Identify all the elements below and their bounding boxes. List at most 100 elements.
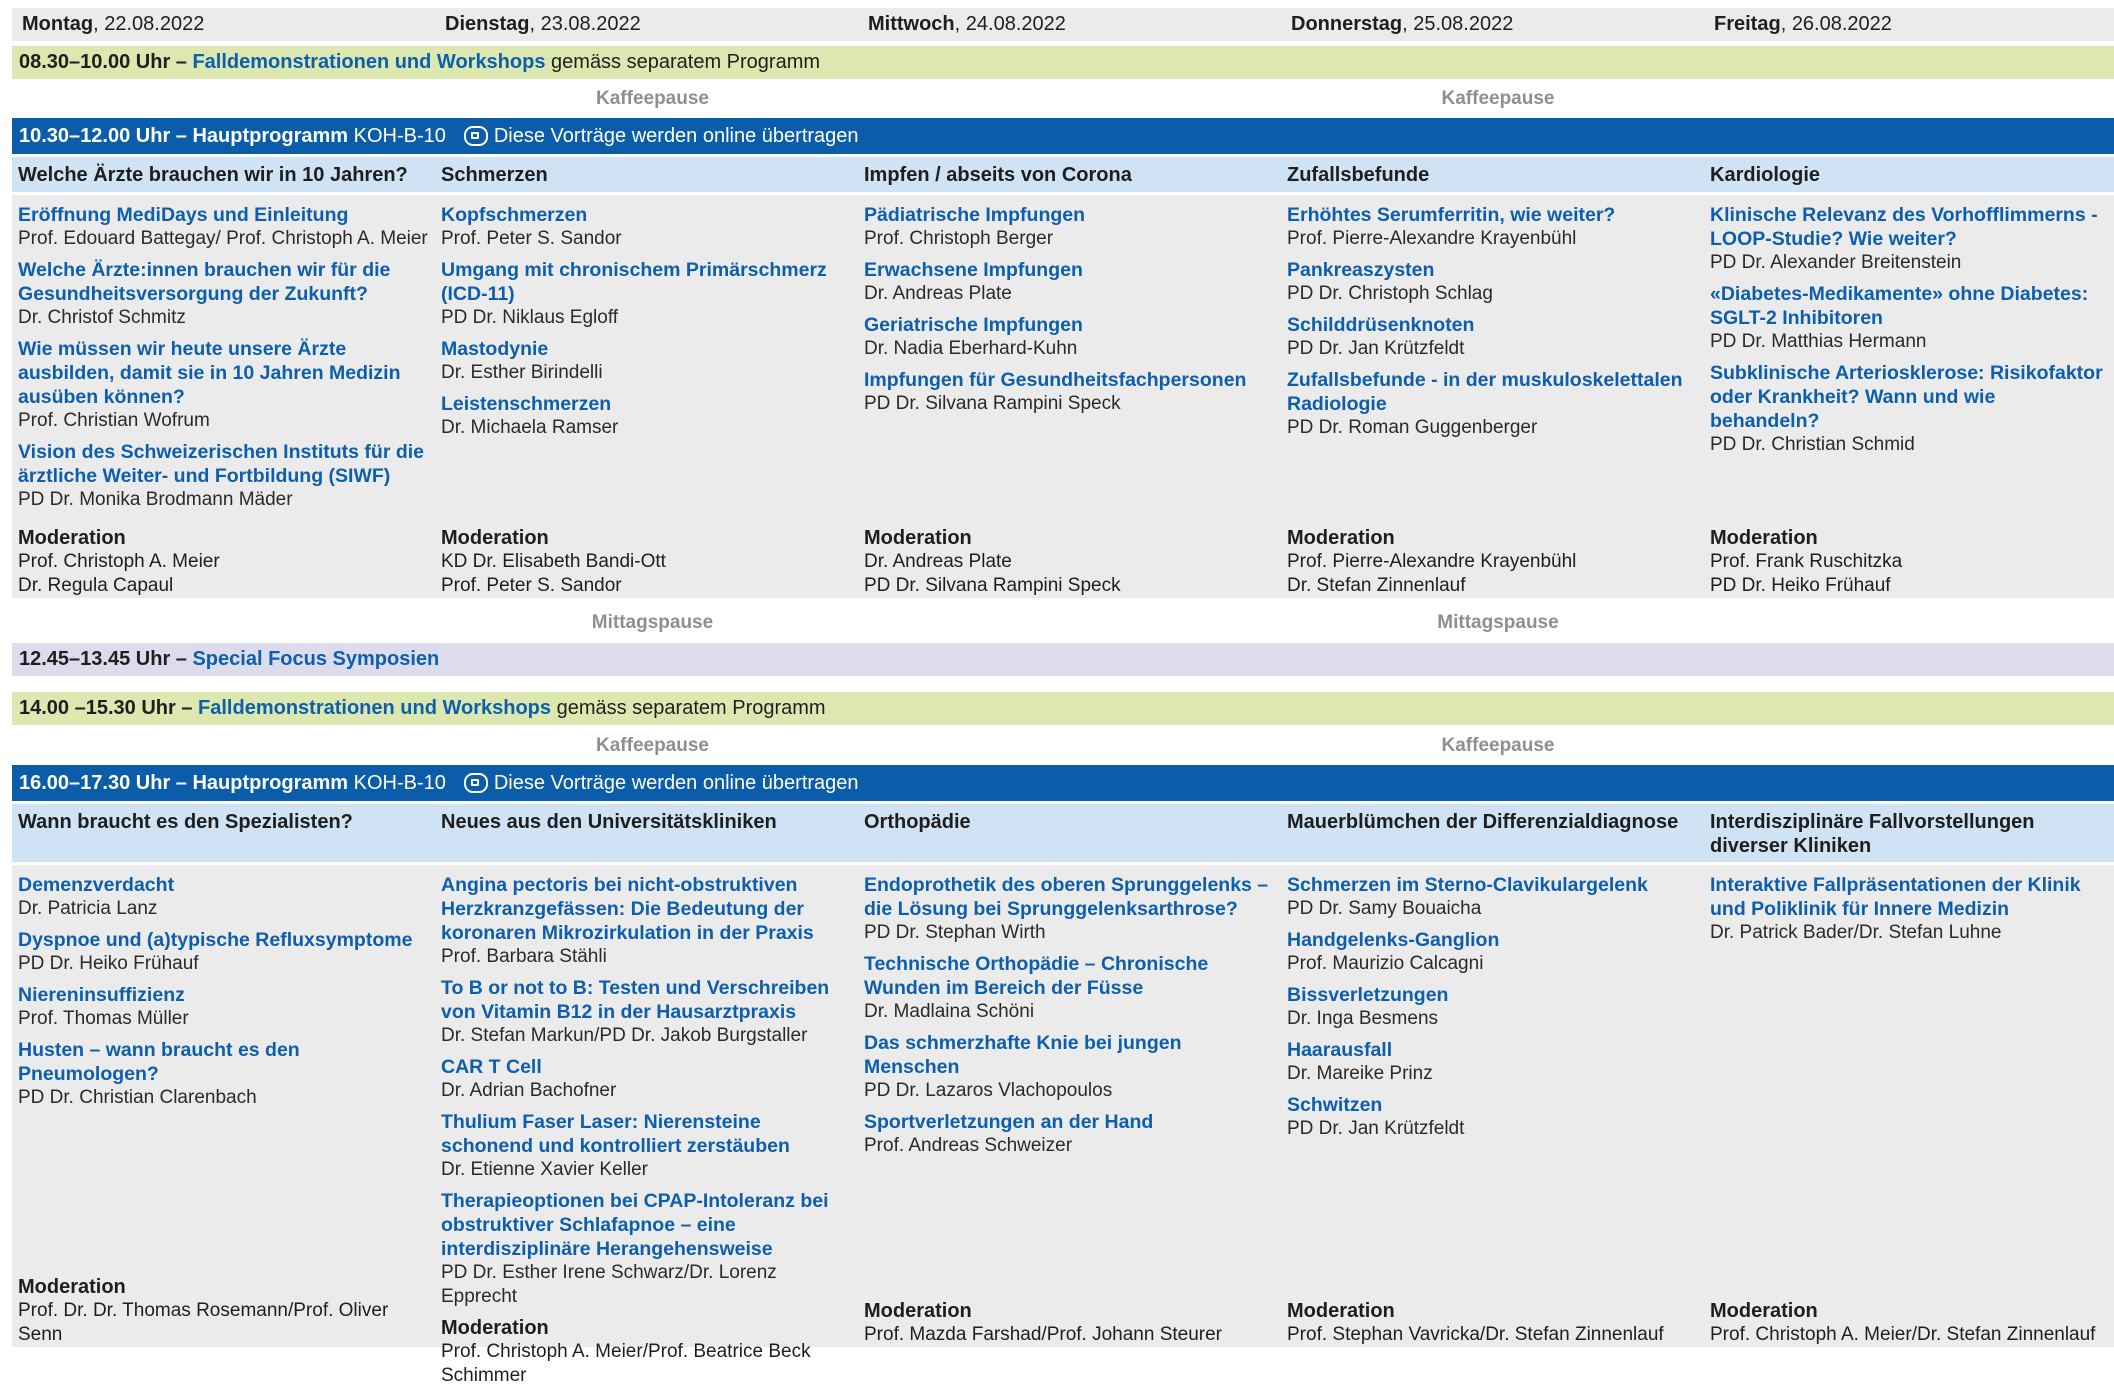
day-header-monday: Montag, 22.08.2022 bbox=[12, 8, 435, 41]
talk-title: Demenzverdacht bbox=[18, 874, 175, 896]
talk-item: Impfungen für Gesundheitsfachpersonen PD … bbox=[864, 368, 1275, 416]
session-column: Pädiatrische Impfungen Prof. Christoph Be… bbox=[858, 195, 1281, 598]
moderator-name: Dr. Stefan Zinnenlauf bbox=[1287, 575, 1466, 596]
talk-title: Haarausfall bbox=[1287, 1039, 1393, 1061]
talk-speaker: Dr. Inga Besmens bbox=[1287, 1008, 1439, 1029]
talk-speaker: Dr. Stefan Markun/PD Dr. Jakob Burgstall… bbox=[441, 1025, 808, 1046]
moderator-name: Prof. Mazda Farshad/Prof. Johann Steurer bbox=[864, 1324, 1223, 1345]
lunch-break-label: Mittagspause bbox=[591, 612, 714, 633]
topic-header: Impfen / abseits von Corona bbox=[858, 157, 1281, 192]
talk-speaker: Prof. Maurizio Calcagni bbox=[1287, 953, 1484, 974]
moderation-heading: Moderation bbox=[441, 527, 549, 549]
talk-title: Wie müssen wir heute unsere Ärzte ausbil… bbox=[18, 338, 401, 408]
workshop-band-am: 08.30–10.00 Uhr – Falldemonstrationen un… bbox=[12, 46, 2114, 79]
session-column: Interaktive Fallpräsentationen der Klini… bbox=[1704, 865, 2114, 1347]
talk-item: Erhöhtes Serumferritin, wie weiter? Prof.… bbox=[1287, 203, 1698, 251]
talk-title: Impfungen für Gesundheitsfachpersonen bbox=[864, 369, 1247, 391]
talk-item: Therapieoptionen bei CPAP-Intoleranz bei… bbox=[441, 1189, 852, 1309]
talk-item: CAR T Cell Dr. Adrian Bachofner bbox=[441, 1055, 852, 1103]
moderator-name: KD Dr. Elisabeth Bandi-Ott bbox=[441, 551, 666, 572]
talk-item: Handgelenks-Ganglion Prof. Maurizio Calca… bbox=[1287, 928, 1698, 976]
topic-header: Neues aus den Universitätskliniken bbox=[435, 804, 858, 862]
day-header-thursday: Donnerstag, 25.08.2022 bbox=[1281, 8, 1704, 41]
video-camera-icon bbox=[463, 773, 488, 793]
talk-title: Vision des Schweizerischen Instituts für… bbox=[18, 441, 424, 487]
talk-item: Erwachsene Impfungen Dr. Andreas Plate bbox=[864, 258, 1275, 306]
main-program-band-am: 10.30–12.00 Uhr – Hauptprogramm KOH-B-10… bbox=[12, 118, 2114, 154]
talk-item: Welche Ärzte:innen brauchen wir für die … bbox=[18, 258, 429, 330]
talk-speaker: PD Dr. Jan Krützfeldt bbox=[1287, 1118, 1465, 1139]
moderation-block: Moderation Prof. Dr. Dr. Thomas Rosemann/… bbox=[18, 1275, 429, 1347]
talk-speaker: Dr. Etienne Xavier Keller bbox=[441, 1159, 648, 1180]
talk-title: Subklinische Arteriosklerose: Risikofakt… bbox=[1710, 362, 2103, 432]
lunch-break-label: Mittagspause bbox=[1437, 612, 1559, 633]
talk-speaker: Dr. Patrick Bader/Dr. Stefan Luhne bbox=[1710, 922, 2002, 943]
talk-speaker: Prof. Peter S. Sandor bbox=[441, 228, 622, 249]
moderator-name: Dr. Andreas Plate bbox=[864, 551, 1012, 572]
talk-item: Angina pectoris bei nicht-obstruktiven H… bbox=[441, 873, 852, 969]
topic-header: Mauerblümchen der Differenzialdiagnose bbox=[1281, 804, 1704, 862]
moderation-heading: Moderation bbox=[441, 1317, 549, 1339]
moderation-block: Moderation Prof. Pierre-Alexandre Krayenb… bbox=[1287, 526, 1698, 598]
talk-title: Husten – wann braucht es den Pneumologen… bbox=[18, 1039, 300, 1085]
talk-item: Demenzverdacht Dr. Patricia Lanz bbox=[18, 873, 429, 921]
talk-item: Endoprothetik des oberen Sprunggelenks –… bbox=[864, 873, 1275, 945]
moderation-heading: Moderation bbox=[1287, 1300, 1395, 1322]
moderator-name: PD Dr. Silvana Rampini Speck bbox=[864, 575, 1121, 596]
moderator-name: Prof. Christoph A. Meier bbox=[18, 551, 220, 572]
talk-item: Wie müssen wir heute unsere Ärzte ausbil… bbox=[18, 337, 429, 433]
talk-speaker: PD Dr. Christian Clarenbach bbox=[18, 1087, 257, 1108]
moderation-block: Moderation Prof. Stephan Vavricka/Dr. Ste… bbox=[1287, 1299, 1698, 1347]
talk-title: Schwitzen bbox=[1287, 1094, 1383, 1116]
talk-speaker: Dr. Michaela Ramser bbox=[441, 417, 619, 438]
moderation-block: Moderation Prof. Christoph A. Meier/Prof.… bbox=[441, 1316, 852, 1388]
talk-speaker: Dr. Patricia Lanz bbox=[18, 898, 158, 919]
moderator-name: Dr. Regula Capaul bbox=[18, 575, 174, 596]
talk-item: To B or not to B: Testen und Verschreibe… bbox=[441, 976, 852, 1048]
talk-speaker: Prof. Barbara Stähli bbox=[441, 946, 607, 967]
talk-title: CAR T Cell bbox=[441, 1056, 542, 1078]
moderation-heading: Moderation bbox=[18, 1276, 126, 1298]
moderation-block: Moderation Prof. Mazda Farshad/Prof. Joha… bbox=[864, 1299, 1275, 1347]
talk-speaker: Dr. Esther Birindelli bbox=[441, 362, 603, 383]
talk-item: Leistenschmerzen Dr. Michaela Ramser bbox=[441, 392, 852, 440]
day-header-wednesday: Mittwoch, 24.08.2022 bbox=[858, 8, 1281, 41]
talk-item: Haarausfall Dr. Mareike Prinz bbox=[1287, 1038, 1698, 1086]
topic-header: Interdisziplinäre Fallvorstellungen dive… bbox=[1704, 804, 2114, 862]
topic-header: Schmerzen bbox=[435, 157, 858, 192]
talk-item: Husten – wann braucht es den Pneumologen… bbox=[18, 1038, 429, 1110]
talk-title: Pädiatrische Impfungen bbox=[864, 204, 1086, 226]
session-column: Erhöhtes Serumferritin, wie weiter? Prof.… bbox=[1281, 195, 1704, 598]
talk-speaker: PD Dr. Alexander Breitenstein bbox=[1710, 252, 1962, 273]
talk-item: Pädiatrische Impfungen Prof. Christoph Be… bbox=[864, 203, 1275, 251]
talk-item: Klinische Relevanz des Vorhofflimmerns -… bbox=[1710, 203, 2108, 275]
moderation-heading: Moderation bbox=[18, 527, 126, 549]
talk-title: Niereninsuffizienz bbox=[18, 984, 185, 1006]
talk-title: Schmerzen im Sterno-Clavikulargelenk bbox=[1287, 874, 1648, 896]
talk-title: Angina pectoris bei nicht-obstruktiven H… bbox=[441, 874, 814, 944]
talk-item: Eröffnung MediDays und Einleitung Prof. E… bbox=[18, 203, 429, 251]
coffee-break-label: Kaffeepause bbox=[596, 88, 709, 109]
session-column: Angina pectoris bei nicht-obstruktiven H… bbox=[435, 865, 858, 1386]
talk-speaker: PD Dr. Stephan Wirth bbox=[864, 922, 1046, 943]
talk-item: Zufallsbefunde - in der muskuloskelettal… bbox=[1287, 368, 1698, 440]
talk-title: Erhöhtes Serumferritin, wie weiter? bbox=[1287, 204, 1616, 226]
topic-header: Kardiologie bbox=[1704, 157, 2114, 192]
moderator-name: Prof. Christoph A. Meier/Dr. Stefan Zinn… bbox=[1710, 1324, 2096, 1345]
talk-speaker: PD Dr. Christian Schmid bbox=[1710, 434, 1915, 455]
session-column: Demenzverdacht Dr. Patricia Lanz Dyspnoe u… bbox=[12, 865, 435, 1347]
talk-item: Dyspnoe und (a)typische Refluxsymptome PD… bbox=[18, 928, 429, 976]
talk-item: Schwitzen PD Dr. Jan Krützfeldt bbox=[1287, 1093, 1698, 1141]
coffee-break-label: Kaffeepause bbox=[1441, 88, 1555, 109]
session-column: Eröffnung MediDays und Einleitung Prof. E… bbox=[12, 195, 435, 598]
talk-item: Subklinische Arteriosklerose: Risikofakt… bbox=[1710, 361, 2108, 457]
talk-title: «Diabetes-Medikamente» ohne Diabetes: SG… bbox=[1710, 283, 2089, 329]
talk-title: Zufallsbefunde - in der muskuloskelettal… bbox=[1287, 369, 1683, 415]
talk-speaker: PD Dr. Samy Bouaicha bbox=[1287, 898, 1482, 919]
talk-speaker: PD Dr. Lazaros Vlachopoulos bbox=[864, 1080, 1113, 1101]
moderator-name: Prof. Peter S. Sandor bbox=[441, 575, 622, 596]
talk-title: Das schmerzhafte Knie bei jungen Mensche… bbox=[864, 1032, 1182, 1078]
main-program-band-pm: 16.00–17.30 Uhr – Hauptprogramm KOH-B-10… bbox=[12, 765, 2114, 801]
talk-speaker: Prof. Andreas Schweizer bbox=[864, 1135, 1073, 1156]
talk-item: Schmerzen im Sterno-Clavikulargelenk PD D… bbox=[1287, 873, 1698, 921]
